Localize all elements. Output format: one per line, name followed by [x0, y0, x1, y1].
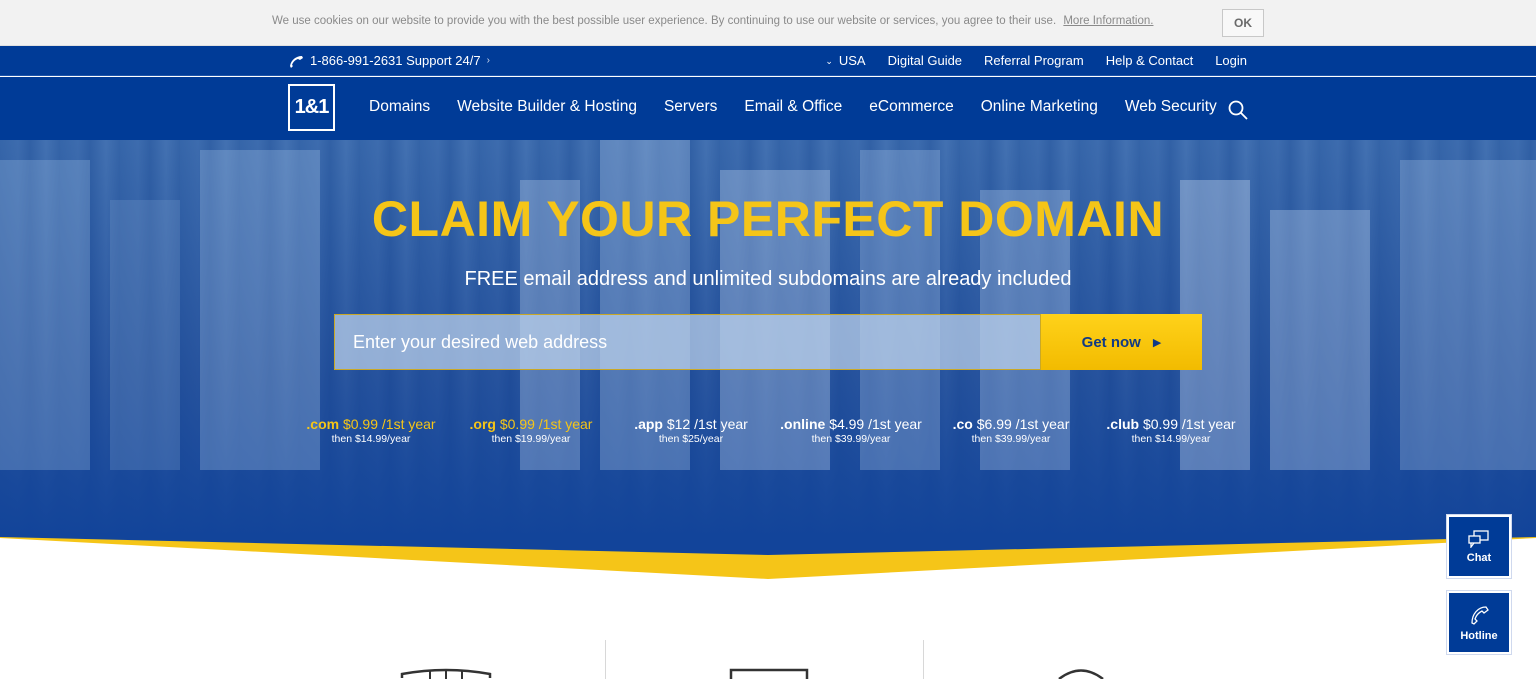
top-links: ⌄ USA Digital Guide Referral Program Help…: [803, 53, 1247, 68]
chevron-right-icon: ›: [486, 55, 490, 66]
support-phone-link[interactable]: 1-866-991-2631 Support 24/7 ›: [288, 53, 490, 68]
chat-label: Chat: [1466, 551, 1492, 564]
help-contact-link[interactable]: Help & Contact: [1106, 53, 1193, 68]
tld-item-app[interactable]: .app $12 /1st year then $25/year: [626, 416, 756, 445]
tld-renewal-price: then $39.99/year: [811, 433, 891, 445]
digital-guide-link[interactable]: Digital Guide: [888, 53, 962, 68]
tld-extension: .com: [306, 416, 340, 432]
top-utility-bar: 1-866-991-2631 Support 24/7 › ⌄ USA Digit…: [0, 46, 1536, 76]
tld-price: $6.99 /1st year: [976, 416, 1070, 432]
nav-item-web-security[interactable]: Web Security: [1125, 98, 1217, 116]
tld-extension: .app: [634, 416, 663, 432]
main-navigation: 1&1 Domains Website Builder & Hosting Se…: [0, 77, 1536, 140]
hotline-label: Hotline: [1460, 629, 1498, 642]
brand-logo[interactable]: 1&1: [288, 84, 335, 131]
tld-item-com[interactable]: .com $0.99 /1st year then $14.99/year: [306, 416, 436, 445]
cookie-banner: We use cookies on our website to provide…: [0, 0, 1536, 46]
phone-icon: [290, 55, 303, 68]
support-phone-text: 1-866-991-2631 Support 24/7: [310, 53, 481, 68]
tld-renewal-price: then $25/year: [658, 433, 724, 445]
tld-price-line: .org $0.99 /1st year: [466, 416, 596, 432]
tld-price-line: .com $0.99 /1st year: [306, 416, 436, 432]
tld-price: $0.99 /1st year: [1142, 416, 1236, 432]
tld-price-line: .app $12 /1st year: [626, 416, 756, 432]
monitor-icon: [729, 668, 809, 679]
tld-price-list: .com $0.99 /1st year then $14.99/year .o…: [296, 416, 1256, 456]
tld-item-club[interactable]: .club $0.99 /1st year then $14.99/year: [1101, 416, 1241, 445]
hero-subtitle: FREE email address and unlimited subdoma…: [464, 268, 1072, 290]
browser-windows-icon: [400, 668, 492, 679]
get-now-button[interactable]: Get now ▶: [1041, 314, 1202, 370]
tld-extension: .online: [780, 416, 826, 432]
feature-divider: [605, 640, 606, 679]
feature-divider: [923, 640, 924, 679]
lock-icon: [1058, 669, 1104, 679]
cookie-message: We use cookies on our website to provide…: [272, 15, 1153, 27]
tld-item-online[interactable]: .online $4.99 /1st year then $39.99/year: [776, 416, 926, 445]
tld-price-line: .club $0.99 /1st year: [1101, 416, 1241, 432]
tld-renewal-price: then $14.99/year: [331, 433, 411, 445]
chat-icon: [1468, 529, 1489, 548]
get-now-label: Get now: [1081, 333, 1141, 351]
hero-title: CLAIM YOUR PERFECT DOMAIN: [371, 191, 1165, 247]
tld-renewal-price: then $39.99/year: [971, 433, 1051, 445]
phone-icon: [1471, 605, 1489, 625]
more-information-link[interactable]: More Information.: [1063, 15, 1153, 27]
referral-program-link[interactable]: Referral Program: [984, 53, 1084, 68]
search-icon[interactable]: [1227, 99, 1249, 121]
tld-renewal-price: then $14.99/year: [1131, 433, 1211, 445]
tld-price: $0.99 /1st year: [499, 416, 593, 432]
tld-extension: .club: [1106, 416, 1140, 432]
cookie-ok-button[interactable]: OK: [1222, 9, 1264, 37]
nav-item-domains[interactable]: Domains: [369, 98, 430, 116]
tld-renewal-price: then $19.99/year: [491, 433, 571, 445]
chat-button[interactable]: Chat: [1447, 515, 1511, 578]
hero-section: CLAIM YOUR PERFECT DOMAIN FREE email add…: [0, 140, 1536, 538]
domain-search-input[interactable]: [334, 314, 1041, 370]
tld-price: $4.99 /1st year: [829, 416, 922, 432]
tld-extension: .co: [952, 416, 973, 432]
tld-item-org[interactable]: .org $0.99 /1st year then $19.99/year: [466, 416, 596, 445]
domain-search-form: Get now ▶: [334, 314, 1202, 370]
nav-item-ecommerce[interactable]: eCommerce: [869, 98, 953, 116]
nav-item-online-marketing[interactable]: Online Marketing: [981, 98, 1098, 116]
cookie-text: We use cookies on our website to provide…: [272, 15, 1057, 27]
tld-price: $0.99 /1st year: [342, 416, 436, 432]
country-label: USA: [838, 53, 866, 68]
nav-item-website-builder-hosting[interactable]: Website Builder & Hosting: [457, 98, 637, 116]
play-arrow-icon: ▶: [1152, 336, 1162, 349]
nav-item-servers[interactable]: Servers: [664, 98, 717, 116]
tld-price-line: .online $4.99 /1st year: [776, 416, 926, 432]
hotline-button[interactable]: Hotline: [1447, 591, 1511, 654]
nav-item-email-office[interactable]: Email & Office: [744, 98, 842, 116]
hero-bottom-chevron: [0, 535, 1536, 579]
tld-extension: .org: [469, 416, 496, 432]
caret-down-icon: ⌄: [825, 56, 833, 66]
tld-price-line: .co $6.99 /1st year: [946, 416, 1076, 432]
country-selector[interactable]: ⌄ USA: [825, 53, 865, 68]
tld-item-co[interactable]: .co $6.99 /1st year then $39.99/year: [946, 416, 1076, 445]
login-link[interactable]: Login: [1215, 53, 1247, 68]
tld-price: $12 /1st year: [666, 416, 748, 432]
nav-menu: Domains Website Builder & Hosting Server…: [369, 98, 1244, 116]
